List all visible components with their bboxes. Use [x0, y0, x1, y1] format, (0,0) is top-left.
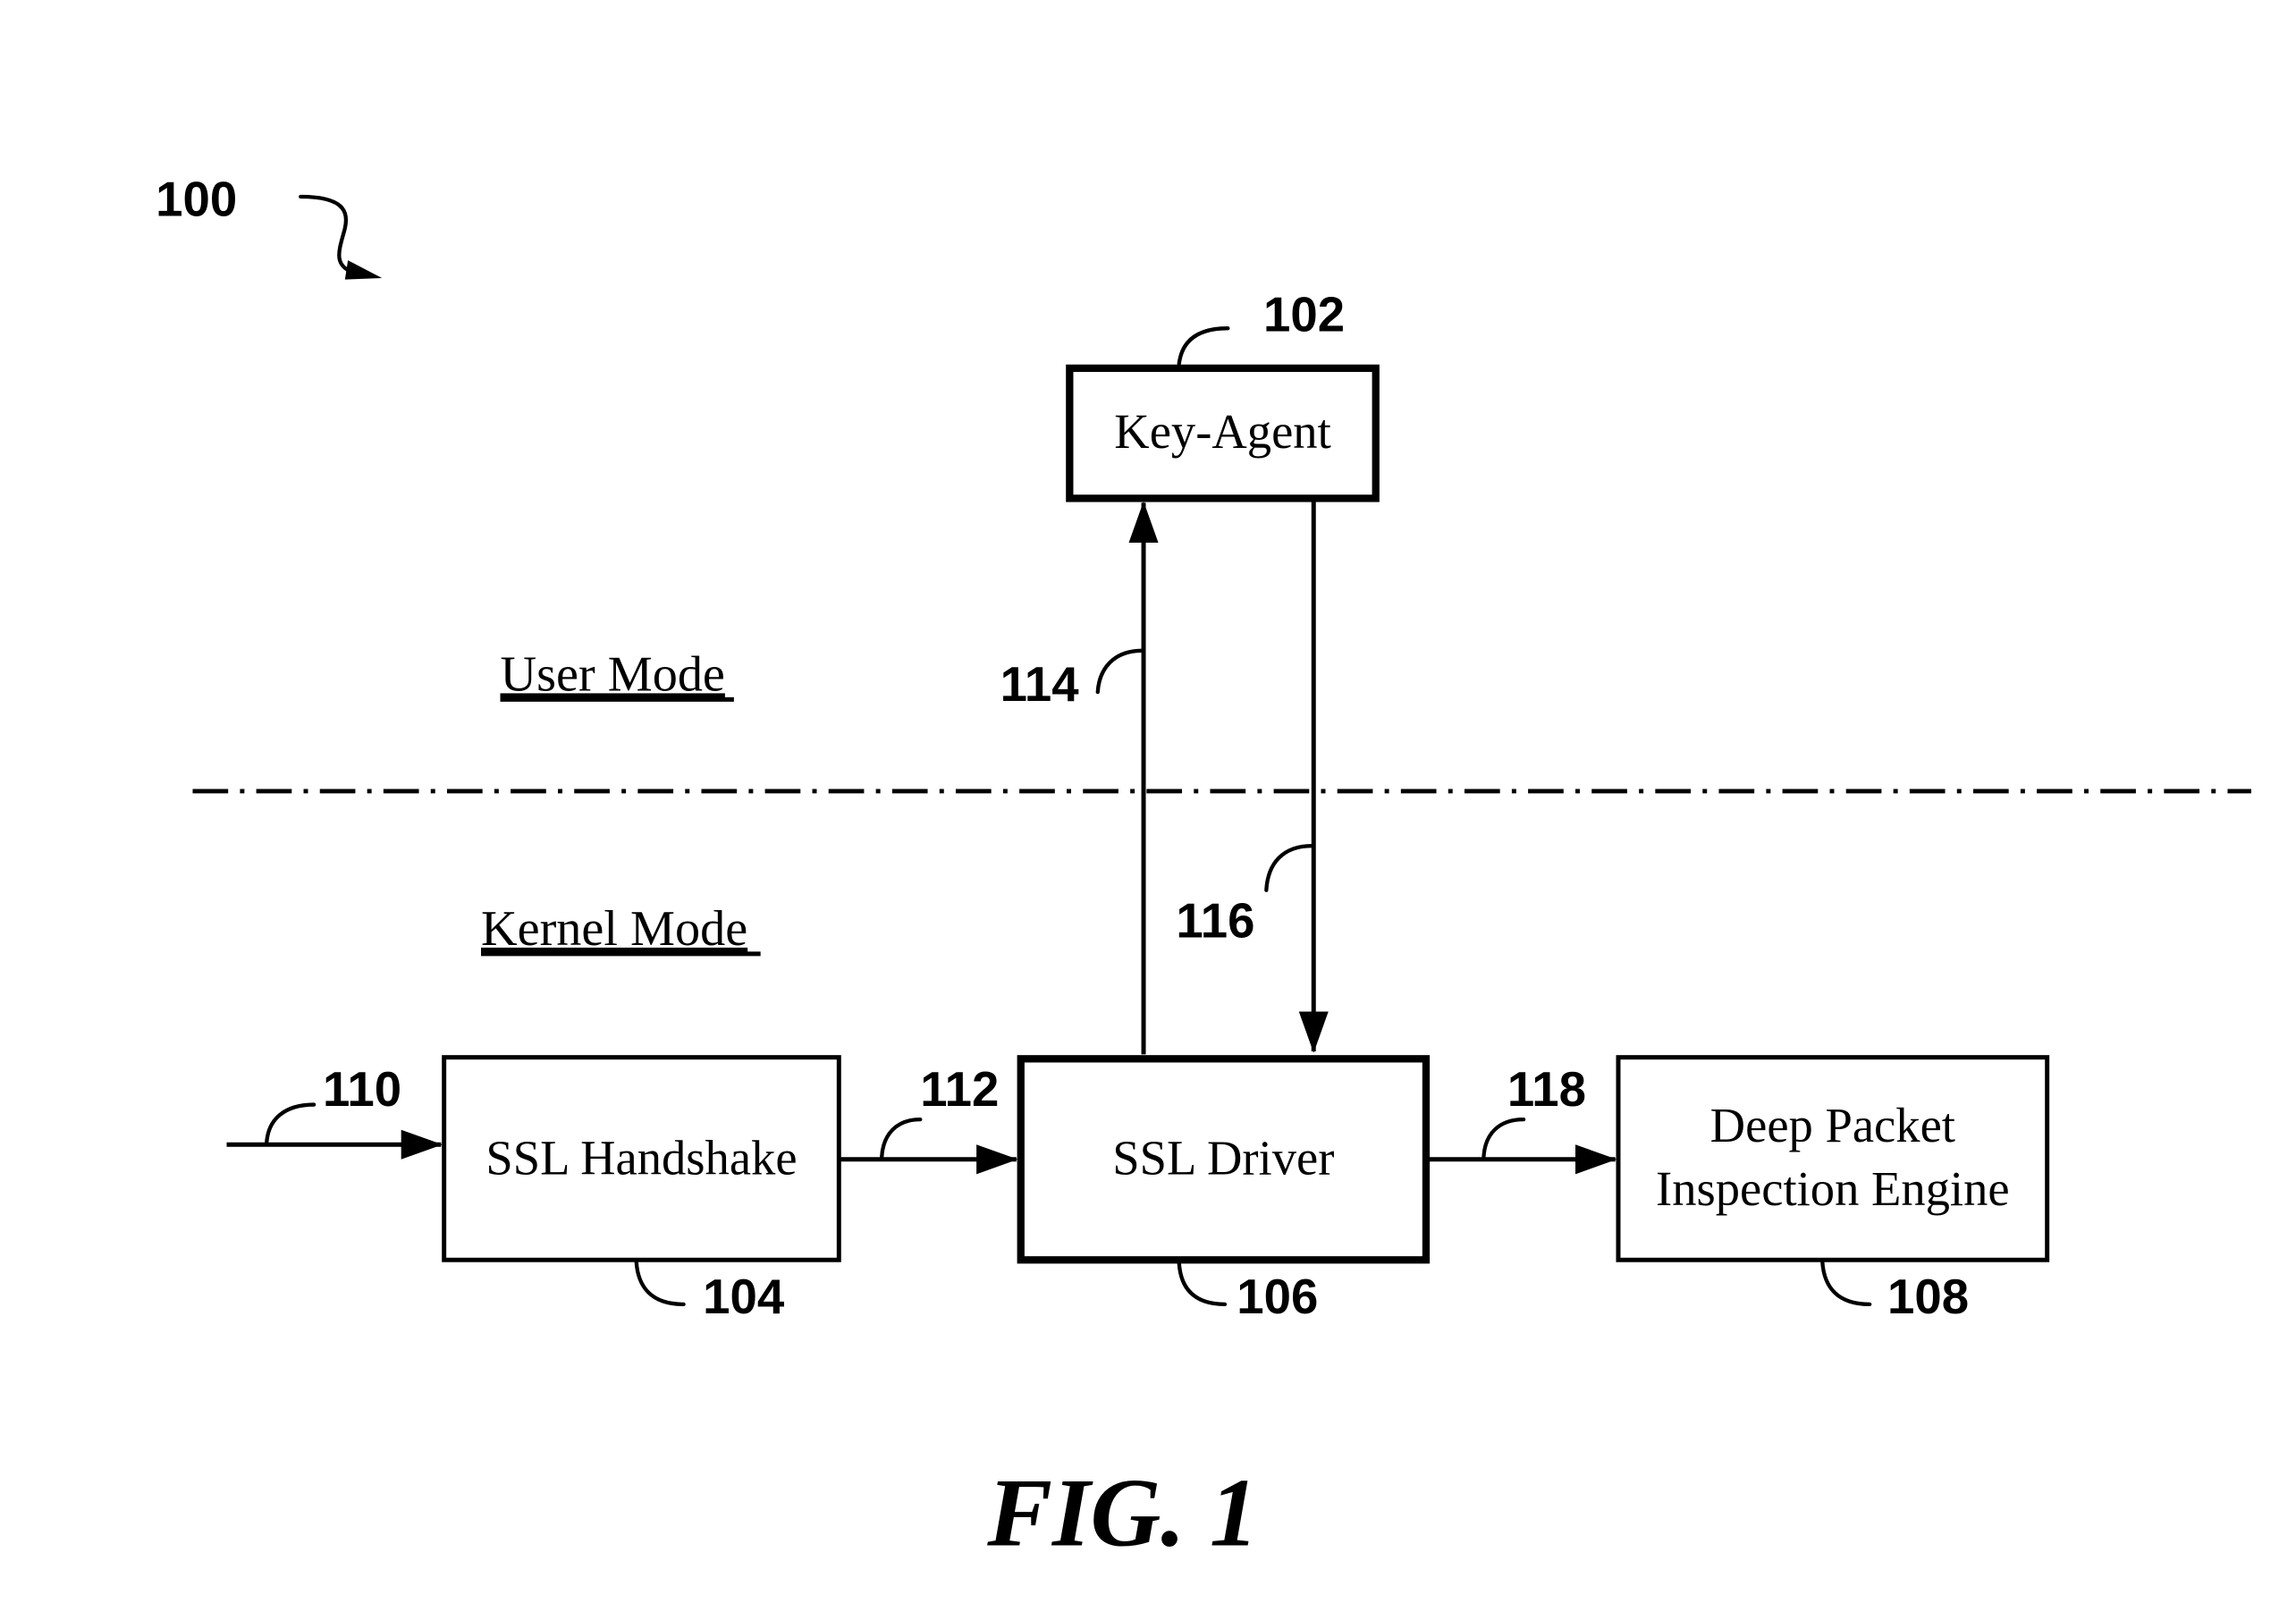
ssl-driver-box: SSL Driver — [1017, 1055, 1431, 1264]
ssl-driver-leader — [1177, 1261, 1228, 1307]
system-ref-squiggle — [299, 194, 358, 276]
flow-116-ref: 116 — [1176, 894, 1254, 949]
flow-114-leader — [1095, 648, 1144, 695]
flow-118-ref: 118 — [1507, 1062, 1586, 1117]
dpi-engine-leader — [1820, 1259, 1872, 1307]
key-agent-label: Key-Agent — [1114, 404, 1330, 459]
patent-diagram: 100 Key-Agent 102 114 116 User Mode Kern… — [156, 172, 2251, 1566]
kernel-mode-label: Kernel Mode — [481, 901, 747, 957]
key-agent-leader — [1177, 326, 1230, 367]
flow-114-ref: 114 — [1000, 657, 1080, 712]
flow-112-ref: 112 — [920, 1062, 999, 1117]
ssl-driver-label: SSL Driver — [1112, 1130, 1334, 1185]
dpi-engine-label-line-1: Deep Packet — [1710, 1098, 1955, 1152]
ssl-handshake-ref: 104 — [703, 1270, 785, 1324]
ssl-driver-ref: 106 — [1237, 1270, 1318, 1324]
figure-caption: FIG. 1 — [986, 1458, 1258, 1566]
flow-112-leader — [880, 1117, 923, 1159]
ssl-handshake-label: SSL Handshake — [485, 1130, 797, 1185]
dpi-engine-label-line-2: Inspection Engine — [1656, 1161, 2010, 1216]
user-mode-label: User Mode — [501, 646, 725, 702]
system-ref-label: 100 — [156, 172, 237, 226]
system-ref-arrowhead-icon — [344, 260, 383, 280]
flow-118-leader — [1481, 1117, 1526, 1159]
dpi-engine-box: Deep Packet Inspection Engine — [1616, 1055, 2050, 1262]
key-agent-box: Key-Agent — [1066, 364, 1380, 502]
dpi-engine-ref: 108 — [1887, 1270, 1969, 1324]
ssl-handshake-box: SSL Handshake — [442, 1055, 841, 1262]
flow-110-ref: 110 — [323, 1062, 401, 1117]
key-agent-ref: 102 — [1263, 288, 1345, 342]
flow-110-leader — [265, 1102, 317, 1145]
ssl-handshake-leader — [634, 1259, 686, 1307]
flow-116-leader — [1264, 843, 1314, 892]
